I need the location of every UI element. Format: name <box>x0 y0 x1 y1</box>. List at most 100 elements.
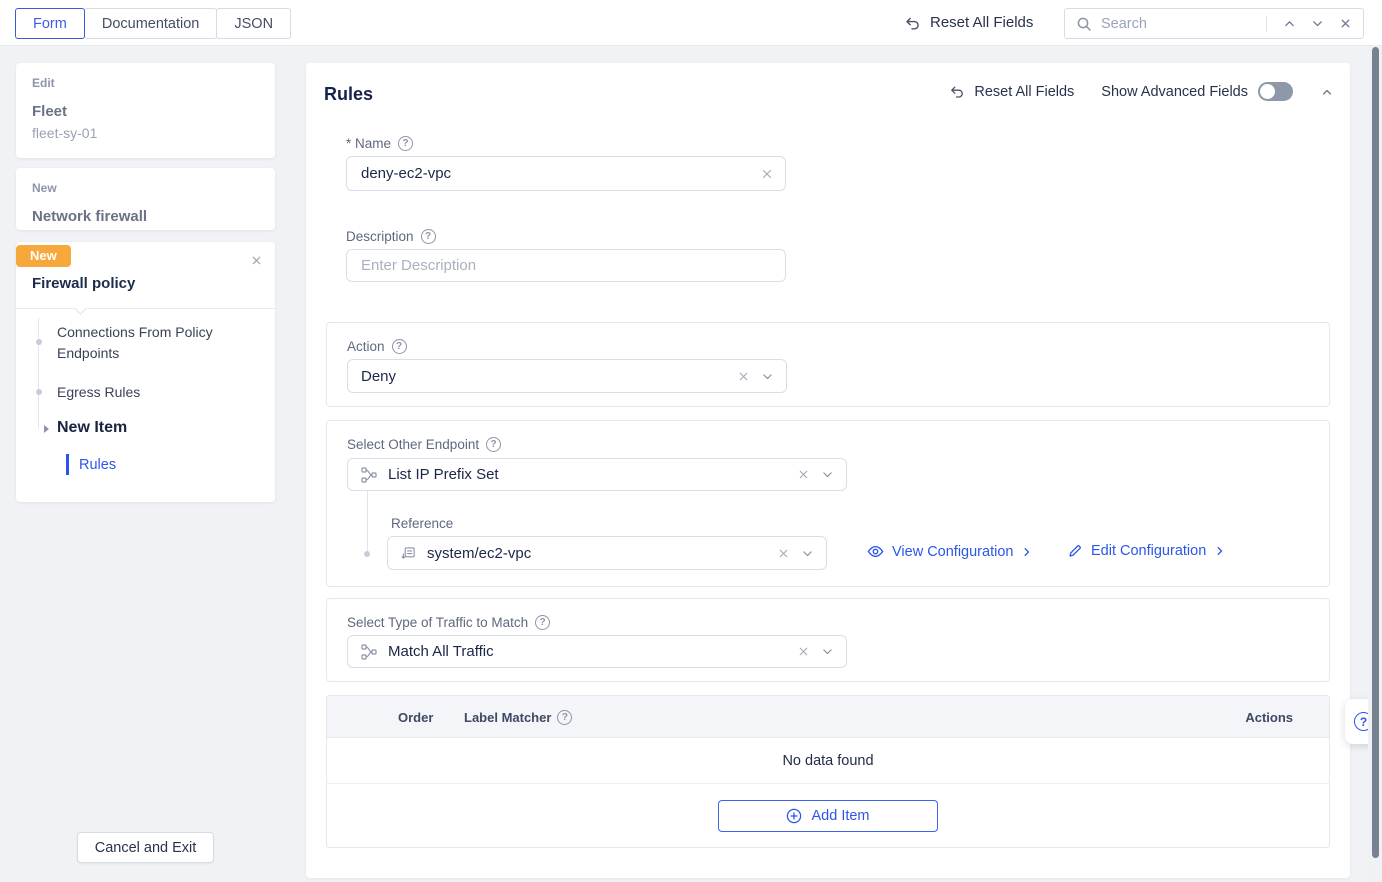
collapse-section-icon[interactable] <box>1321 86 1333 98</box>
clear-action-icon[interactable] <box>737 370 750 383</box>
tab-json[interactable]: JSON <box>216 8 291 39</box>
description-field-label-row: Description ? <box>346 229 436 244</box>
traffic-field-label-row: Select Type of Traffic to Match ? <box>347 615 550 630</box>
tree-connector-line <box>38 318 39 428</box>
search-next-icon[interactable] <box>1311 17 1324 30</box>
new-badge: New <box>16 245 71 267</box>
fleet-card-kicker: Edit <box>32 76 259 90</box>
traffic-group-box: Select Type of Traffic to Match ? Match … <box>326 598 1330 682</box>
network-nodes-icon <box>361 644 377 660</box>
chevron-down-icon[interactable] <box>821 645 834 658</box>
search-icon <box>1076 16 1092 32</box>
column-actions: Actions <box>1245 696 1293 738</box>
search-close-icon[interactable] <box>1339 17 1352 30</box>
help-icon[interactable]: ? <box>486 437 501 452</box>
description-input[interactable] <box>346 249 786 282</box>
network-firewall-kicker: New <box>32 181 259 195</box>
chevron-right-icon <box>1214 545 1226 557</box>
traffic-select[interactable]: Match All Traffic <box>347 635 847 668</box>
add-item-button[interactable]: Add Item <box>718 800 938 832</box>
column-order: Order <box>398 696 433 738</box>
plus-circle-icon <box>786 808 802 824</box>
endpoint-select-value: List IP Prefix Set <box>388 466 786 483</box>
action-label: Action <box>347 339 385 354</box>
clear-traffic-icon[interactable] <box>797 645 810 658</box>
tab-documentation[interactable]: Documentation <box>84 8 218 39</box>
tree-item-egress-rules[interactable]: Egress Rules <box>57 382 253 403</box>
show-advanced-fields-toggle[interactable] <box>1258 82 1293 101</box>
fleet-card-subtitle: fleet-sy-01 <box>32 125 259 141</box>
chevron-down-icon[interactable] <box>801 547 814 560</box>
table-header: Order Label Matcher ? Actions <box>327 696 1329 738</box>
clear-reference-icon[interactable] <box>777 547 790 560</box>
reference-select-value: system/ec2-vpc <box>427 545 766 562</box>
action-group-box: Action ? Deny <box>326 322 1330 407</box>
search-prev-icon[interactable] <box>1283 17 1296 30</box>
name-label: * Name <box>346 136 391 151</box>
clear-name-icon[interactable] <box>760 167 774 181</box>
traffic-select-value: Match All Traffic <box>388 643 786 660</box>
cancel-and-exit-button[interactable]: Cancel and Exit <box>77 832 214 863</box>
name-input-wrap <box>346 156 786 191</box>
action-select-value: Deny <box>361 368 726 385</box>
action-select[interactable]: Deny <box>347 359 787 393</box>
nested-connector-dot <box>364 551 370 557</box>
scrollbar-thumb[interactable] <box>1372 47 1379 858</box>
sidebar-card-fleet[interactable]: Edit Fleet fleet-sy-01 <box>16 63 275 158</box>
reference-select[interactable]: system/ec2-vpc <box>387 536 827 570</box>
pencil-icon <box>1067 543 1083 559</box>
undo-icon <box>948 83 965 100</box>
sidebar-card-firewall-policy: New Firewall policy Connections From Pol… <box>16 242 275 502</box>
column-label-matcher: Label Matcher ? <box>464 696 572 738</box>
edit-configuration-link[interactable]: Edit Configuration <box>1067 543 1226 559</box>
view-configuration-link[interactable]: View Configuration <box>867 543 1033 560</box>
clear-endpoint-icon[interactable] <box>797 468 810 481</box>
help-icon[interactable]: ? <box>398 136 413 151</box>
sidebar-card-network-firewall[interactable]: New Network firewall <box>16 168 275 230</box>
reset-all-fields-button[interactable]: Reset All Fields <box>903 0 1033 45</box>
scrollbar-track <box>1368 46 1382 882</box>
tree-item-connections[interactable]: Connections From Policy Endpoints <box>57 322 253 364</box>
policy-card-close-icon[interactable] <box>250 254 263 267</box>
rules-panel: Rules Reset All Fields Show Advanced Fie… <box>306 63 1350 878</box>
help-icon[interactable]: ? <box>421 229 436 244</box>
chevron-down-icon[interactable] <box>761 370 774 383</box>
reference-field-label-row: Reference <box>391 516 453 531</box>
table-empty-state: No data found <box>327 738 1329 784</box>
search-input[interactable] <box>1101 16 1264 32</box>
policy-card-title: Firewall policy <box>32 275 135 292</box>
chevron-down-icon[interactable] <box>821 468 834 481</box>
tree-item-new-item[interactable]: New Item <box>57 419 127 437</box>
network-firewall-title: Network firewall <box>32 208 259 225</box>
reset-all-fields-label: Reset All Fields <box>930 14 1033 31</box>
column-actions-label: Actions <box>1245 710 1293 725</box>
search-box <box>1064 8 1364 39</box>
active-item-bar <box>66 454 69 475</box>
tree-bullet <box>36 389 42 395</box>
eye-icon <box>867 543 884 560</box>
search-divider <box>1266 16 1267 32</box>
advanced-fields-label: Show Advanced Fields <box>1101 84 1248 100</box>
view-configuration-label: View Configuration <box>892 544 1013 560</box>
tab-form[interactable]: Form <box>15 8 85 39</box>
endpoint-select[interactable]: List IP Prefix Set <box>347 458 847 491</box>
reference-label: Reference <box>391 516 453 531</box>
panel-reset-all-fields-button[interactable]: Reset All Fields <box>948 83 1074 100</box>
top-bar: Form Documentation JSON Reset All Fields <box>0 0 1382 46</box>
tree-item-rules[interactable]: Rules <box>79 457 116 473</box>
name-input[interactable] <box>346 156 786 191</box>
help-icon[interactable]: ? <box>535 615 550 630</box>
traffic-label: Select Type of Traffic to Match <box>347 615 528 630</box>
description-label: Description <box>346 229 414 244</box>
chevron-right-icon <box>1021 546 1033 558</box>
panel-title: Rules <box>324 84 373 105</box>
reference-document-icon <box>401 546 416 561</box>
toggle-knob <box>1260 84 1275 99</box>
policy-card-divider <box>16 308 275 309</box>
endpoint-label: Select Other Endpoint <box>347 437 479 452</box>
help-icon[interactable]: ? <box>557 710 572 725</box>
add-item-label: Add Item <box>811 808 869 824</box>
panel-reset-label: Reset All Fields <box>974 84 1074 100</box>
help-icon[interactable]: ? <box>392 339 407 354</box>
edit-configuration-label: Edit Configuration <box>1091 543 1206 559</box>
